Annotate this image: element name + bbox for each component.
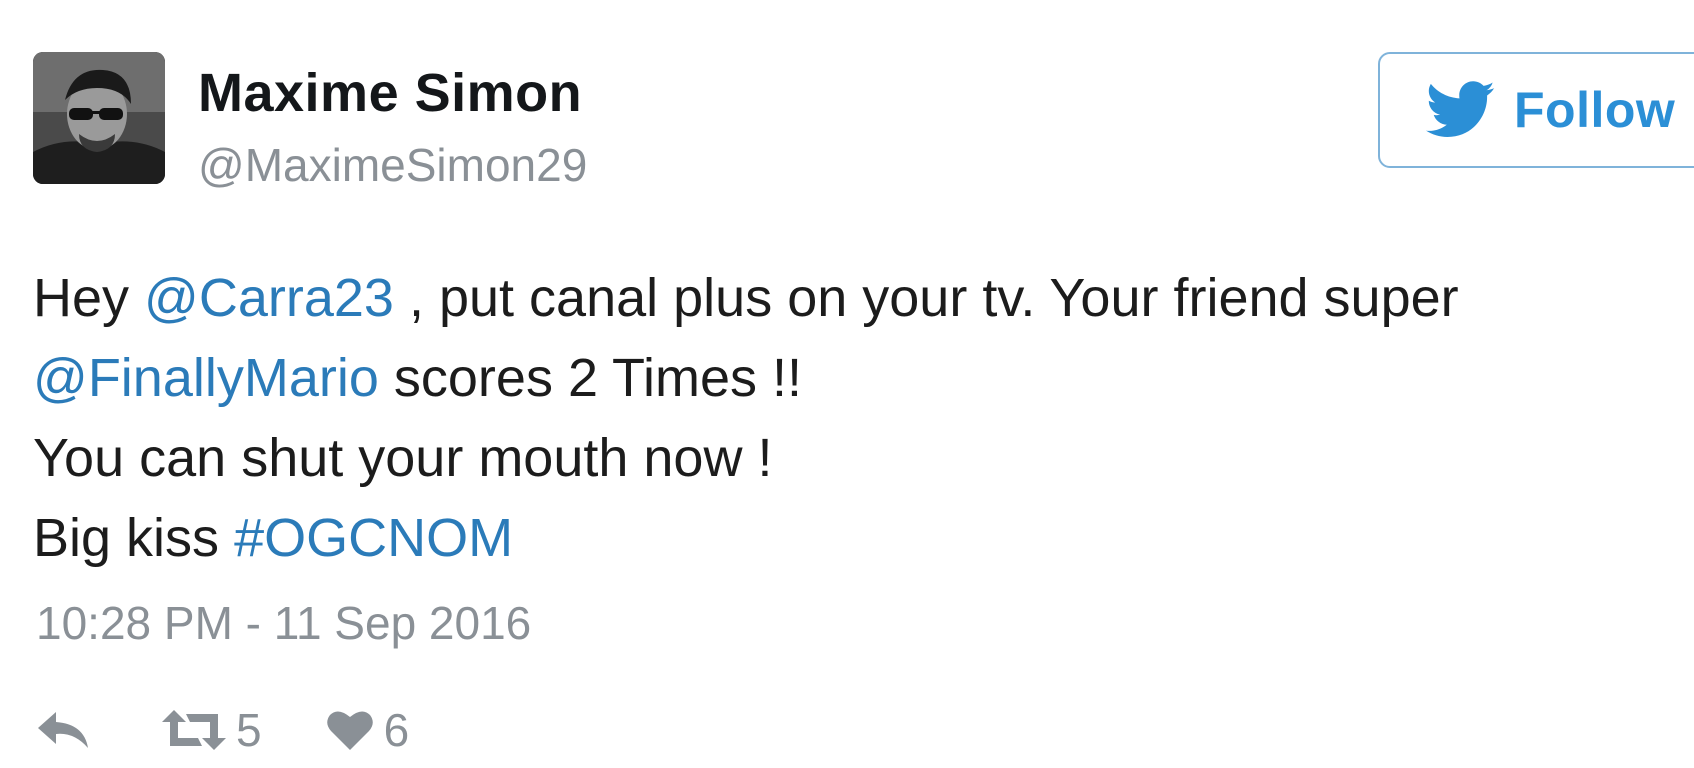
user-handle[interactable]: @MaximeSimon29 <box>198 138 587 192</box>
mention-link-carra23[interactable]: @Carra23 <box>144 268 394 328</box>
retweet-button[interactable]: 5 <box>162 703 262 757</box>
mention-link-finallymario[interactable]: @FinallyMario <box>33 348 379 408</box>
tweet-text-segment: Hey <box>33 268 145 328</box>
avatar-photo <box>33 52 165 184</box>
reply-icon <box>38 712 88 748</box>
twitter-bird-icon <box>1426 81 1495 137</box>
retweet-count: 5 <box>236 704 262 756</box>
retweet-icon <box>162 710 226 750</box>
tweet-text-segment: scores 2 Times !! <box>378 348 803 408</box>
tweet-line-2: @FinallyMario scores 2 Times !! <box>33 338 1653 418</box>
like-count: 6 <box>383 704 410 756</box>
tweet-line-4: Big kiss #OGCNOM <box>33 498 1653 578</box>
tweet-timestamp[interactable]: 10:28 PM - 11 Sep 2016 <box>36 596 531 650</box>
tweet-line-1: Hey @Carra23 , put canal plus on your tv… <box>33 258 1653 338</box>
like-button[interactable]: 6 <box>326 703 410 757</box>
tweet-text: Hey @Carra23 , put canal plus on your tv… <box>33 258 1653 578</box>
tweet-actions: 5 6 <box>36 700 409 760</box>
heart-icon <box>326 711 373 750</box>
follow-button[interactable]: Follow <box>1378 52 1694 168</box>
display-name[interactable]: Maxime Simon <box>198 62 582 124</box>
tweet-text-segment: , put canal plus on your tv. Your friend… <box>393 268 1459 328</box>
hashtag-link-ogcnom[interactable]: #OGCNOM <box>234 508 513 568</box>
follow-label: Follow <box>1514 82 1676 138</box>
avatar[interactable] <box>33 52 165 184</box>
tweet-card: Maxime Simon @MaximeSimon29 Follow Hey @… <box>0 0 1694 768</box>
reply-button[interactable] <box>36 708 92 752</box>
tweet-line-3: You can shut your mouth now ! <box>33 428 773 488</box>
tweet-text-segment: Big kiss <box>33 508 235 568</box>
